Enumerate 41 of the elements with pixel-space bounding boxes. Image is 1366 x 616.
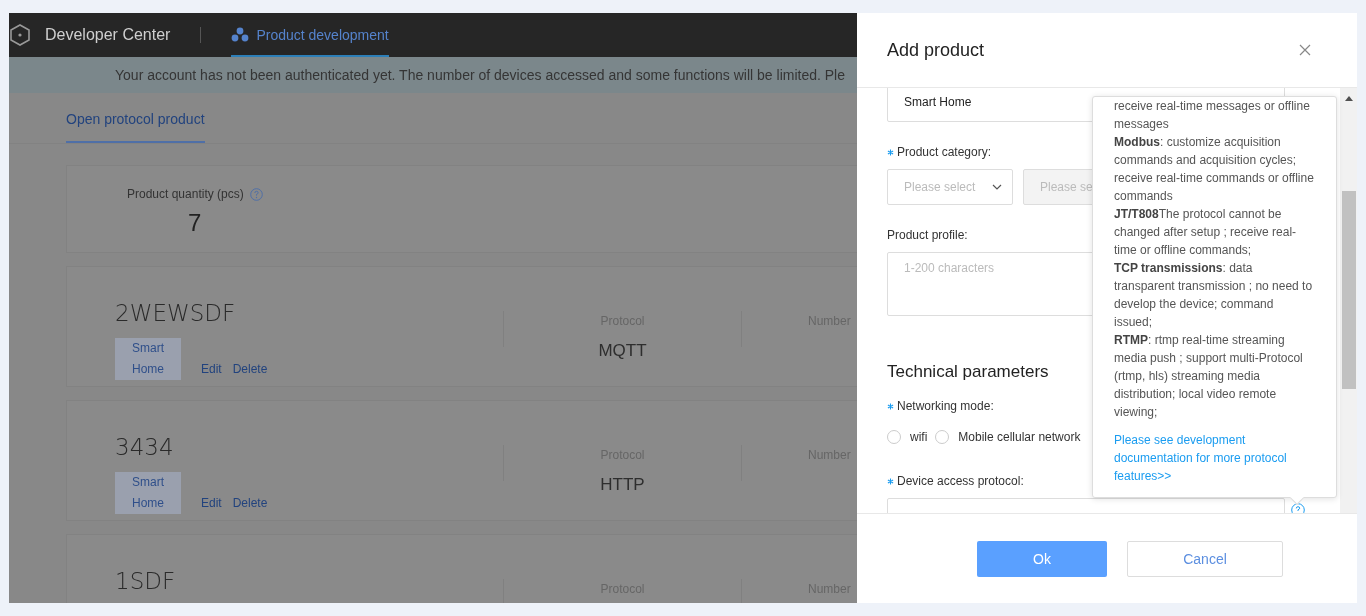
protocol-value: MQTT bbox=[598, 341, 647, 361]
documentation-link[interactable]: Please see development documentation for more protocol features>> bbox=[1114, 431, 1314, 485]
chevron-down-icon bbox=[992, 184, 1002, 190]
radio-option[interactable]: wifi bbox=[887, 430, 928, 444]
help-icon[interactable] bbox=[249, 187, 263, 201]
section-heading: Technical parameters bbox=[887, 361, 1049, 383]
select-placeholder: Please select bbox=[904, 180, 976, 194]
field-label: Product profile: bbox=[887, 227, 968, 244]
action-link[interactable]: Delete bbox=[232, 493, 268, 514]
scrollbar[interactable] bbox=[1340, 88, 1357, 513]
field-label: Device access protocol: bbox=[897, 473, 1024, 490]
tooltip-text: Modbus: customize acquisition commands and acquisition cycles; receive real-time commands or offline commands bbox=[1114, 134, 1314, 205]
hexagon-logo-icon bbox=[10, 24, 30, 46]
product-tag: Smart Home bbox=[115, 472, 181, 514]
product-name: 3434 bbox=[115, 434, 175, 460]
product-count: 7 bbox=[188, 209, 203, 237]
action-link[interactable]: Edit bbox=[201, 493, 222, 514]
page-tab[interactable]: Open protocol product bbox=[66, 111, 205, 143]
action-link[interactable]: Edit bbox=[201, 359, 222, 380]
product-tag: Smart Home bbox=[115, 338, 181, 380]
ok-button[interactable]: Ok bbox=[977, 540, 1107, 577]
field-label: Networking mode: bbox=[897, 398, 994, 415]
close-icon[interactable] bbox=[1299, 44, 1311, 56]
protocol-value: HTTP bbox=[600, 475, 645, 495]
product-name: 2WEWSDF bbox=[115, 300, 237, 326]
group-icon bbox=[231, 27, 250, 43]
cancel-button[interactable]: Cancel bbox=[1127, 540, 1283, 577]
radio-option[interactable]: Mobile cellular network bbox=[935, 430, 1081, 444]
select-placeholder: Please se bbox=[1040, 180, 1093, 194]
dialog-title: Add product bbox=[887, 39, 985, 61]
summary-label: Product quantity (pcs) bbox=[127, 187, 244, 201]
action-link[interactable]: Delete bbox=[232, 359, 268, 380]
help-icon[interactable] bbox=[1291, 503, 1305, 513]
product-name: 1SDF bbox=[115, 568, 177, 594]
tooltip-text: RTMP: rtmp real-time streaming media push ; support multi-Protocol (rtmp, hls) streaming media distribution; local video remote viewing; bbox=[1114, 332, 1304, 421]
notice-banner: Your account has not been authenticated yet. The number of devices accessed and some functions will be limited. Ple bbox=[9, 57, 857, 93]
scrollbar-thumb[interactable] bbox=[1341, 191, 1356, 389]
select-dropdown[interactable]: Please select bbox=[887, 169, 1013, 205]
field-label: Product category: bbox=[897, 144, 992, 161]
scroll-up-icon[interactable] bbox=[1344, 96, 1353, 101]
app-title: Developer Center bbox=[45, 26, 171, 44]
